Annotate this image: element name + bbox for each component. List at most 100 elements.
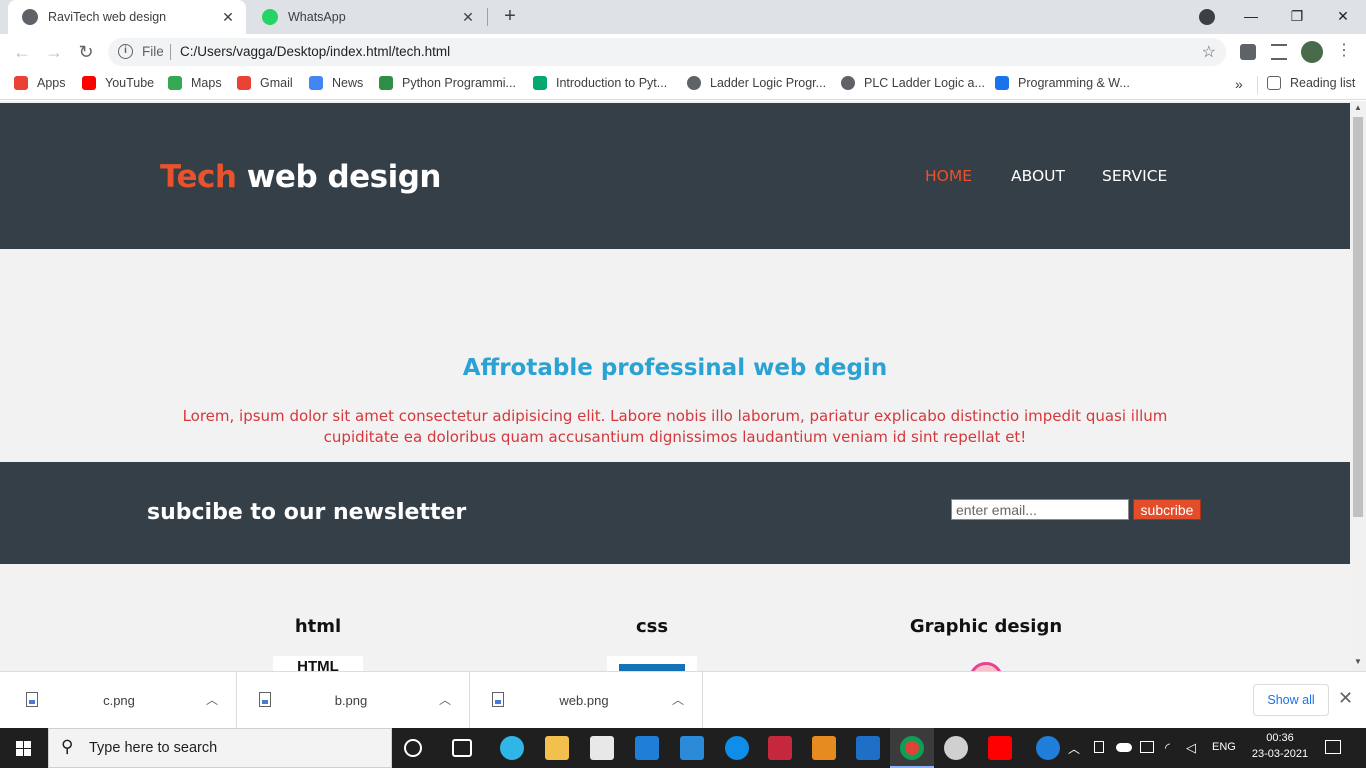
bookmarks-more[interactable]: » [1235,76,1243,92]
bookmark-news[interactable]: News [309,76,363,90]
teamviewer-icon[interactable] [725,736,749,760]
news-icon [309,76,323,90]
tab-ravitech[interactable]: RaviTech web design ✕ [8,0,246,34]
bookmark-plc[interactable]: PLC Ladder Logic a... [841,76,985,90]
store-icon[interactable] [590,736,614,760]
bookmark-label: Ladder Logic Progr... [710,76,827,90]
logo-accent: Tech [160,159,237,195]
meet-icon[interactable] [1094,741,1104,753]
vscode-icon[interactable] [680,736,704,760]
apps-grid-icon [14,76,28,90]
bookmark-divider [1257,76,1258,94]
forward-icon[interactable]: → [40,38,68,66]
nav-about[interactable]: ABOUT [1011,167,1065,185]
gmail-icon [237,76,251,90]
nav-home[interactable]: HOME [925,167,972,185]
restore-button[interactable]: ❐ [1274,0,1320,34]
page-scrollbar[interactable]: ▲ ▼ [1350,101,1366,671]
graphic-design-image [941,656,1031,671]
bookmark-maps[interactable]: Maps [168,76,222,90]
clock-time[interactable]: 00:36 [1252,732,1308,744]
notifications-icon[interactable] [1325,740,1341,754]
tab-strip: RaviTech web design ✕ WhatsApp ✕ + — ❐ ✕ [0,0,1366,34]
chrome-icon [900,736,924,760]
scroll-down-icon[interactable]: ▼ [1354,657,1362,666]
logo-text: web design [236,159,442,195]
extensions-icon[interactable] [1240,44,1256,60]
subscribe-button[interactable]: subcribe [1133,499,1201,520]
bookmark-youtube[interactable]: YouTube [82,76,154,90]
chevron-up-icon[interactable]: ︿ [206,691,218,708]
clock-date[interactable]: 23-03-2021 [1249,748,1311,760]
reload-icon[interactable]: ↻ [72,38,100,66]
tab-whatsapp[interactable]: WhatsApp ✕ [248,0,486,34]
close-downloads-icon[interactable]: ✕ [1338,688,1353,709]
address-url[interactable]: C:/Users/vagga/Desktop/index.html/tech.h… [180,44,450,59]
taskbar-search[interactable]: ⚲ Type here to search [48,728,392,768]
tray-chevron-up-icon[interactable]: ︿ [1068,740,1080,757]
nav-service[interactable]: SERVICE [1102,167,1167,185]
start-button[interactable] [0,728,48,768]
cortana-icon[interactable] [404,739,422,757]
mail-icon[interactable] [635,736,659,760]
chevron-up-icon[interactable]: ︿ [672,691,684,708]
bookmark-intro-python[interactable]: Introduction to Pyt... [533,76,667,90]
app-icon[interactable] [768,736,792,760]
site-logo[interactable]: Tech web design [160,159,441,195]
file-explorer-icon[interactable] [545,736,569,760]
image-file-icon [492,692,504,707]
email-field[interactable] [951,499,1129,520]
task-view-icon[interactable] [452,739,472,757]
bookmark-label: Maps [191,76,222,90]
sublime-icon[interactable] [812,736,836,760]
bookmark-ladder-logic[interactable]: Ladder Logic Progr... [687,76,826,90]
bookmark-label: Introduction to Pyt... [556,76,668,90]
bookmark-programming[interactable]: Programming & W... [995,76,1130,90]
bookmark-star-icon[interactable]: ☆ [1202,42,1216,62]
scroll-up-icon[interactable]: ▲ [1354,103,1362,112]
close-tab-icon[interactable]: ✕ [220,9,236,25]
download-item[interactable]: web.png ︿ [470,672,703,729]
edge-icon[interactable] [500,736,524,760]
close-window-button[interactable]: ✕ [1320,0,1366,34]
download-item[interactable]: b.png ︿ [237,672,470,729]
address-bar[interactable]: i File C:/Users/vagga/Desktop/index.html… [108,38,1226,66]
bookmark-python[interactable]: Python Programmi... [379,76,516,90]
info-icon[interactable]: i [118,44,133,59]
windows-logo-pane [16,749,23,756]
chrome-taskbar-active[interactable] [890,728,934,768]
new-tab-button[interactable]: + [498,4,522,28]
media-player-icon[interactable] [856,736,880,760]
help-icon[interactable] [1036,736,1060,760]
globe-icon [687,76,701,90]
tab-search-icon[interactable] [1199,9,1215,25]
youtube-icon[interactable] [988,736,1012,760]
volume-icon[interactable]: ◁ [1186,740,1196,756]
settings-icon[interactable] [944,736,968,760]
minimize-button[interactable]: — [1228,0,1274,34]
onedrive-icon[interactable] [1116,743,1132,752]
show-all-button[interactable]: Show all [1253,684,1329,716]
wifi-icon[interactable]: ◜ [1165,740,1170,756]
media-control-icon[interactable] [1271,44,1287,60]
avatar[interactable] [1301,41,1323,63]
windows-logo-pane [24,749,31,756]
menu-kebab-icon[interactable]: ⋮ [1336,42,1352,60]
bookmark-label: YouTube [105,76,155,90]
bookmark-apps[interactable]: Apps [14,76,66,90]
close-tab-icon[interactable]: ✕ [460,9,476,25]
reading-list[interactable]: Reading list [1267,76,1355,90]
download-filename: b.png [334,693,368,708]
language-indicator[interactable]: ENG [1212,741,1236,753]
bookmark-label: Python Programmi... [402,76,516,90]
address-divider [170,44,171,60]
power-icon[interactable] [1140,741,1154,753]
chevron-up-icon[interactable]: ︿ [439,691,451,708]
tab-title: WhatsApp [288,10,346,24]
bookmark-gmail[interactable]: Gmail [237,76,293,90]
scrollbar-thumb[interactable] [1353,117,1363,517]
taskbar-search-placeholder: Type here to search [89,740,218,756]
download-item[interactable]: c.png ︿ [4,672,237,729]
back-icon[interactable]: ← [8,38,36,66]
bookmarks-bar: Apps YouTube Maps Gmail News Python Prog… [0,70,1366,100]
